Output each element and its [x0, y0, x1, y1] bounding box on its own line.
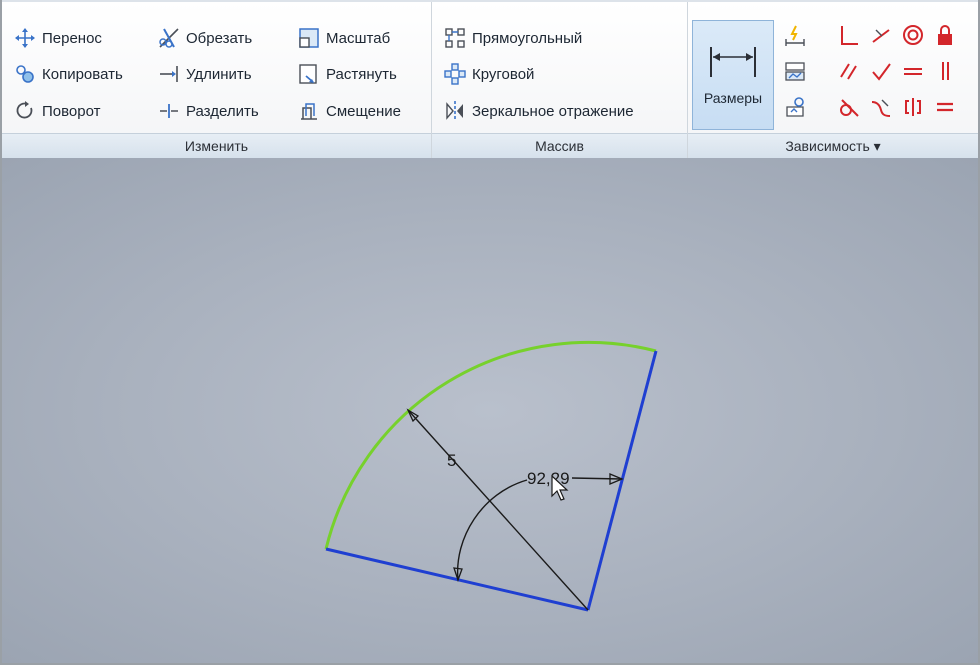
symmetric-curve-button[interactable]	[868, 94, 894, 120]
vertical-icon	[942, 62, 949, 80]
mirror-label: Зеркальное отражение	[472, 102, 634, 120]
show-constraints-icon	[785, 62, 805, 81]
angle-dimension-text[interactable]: 92,29	[527, 469, 570, 488]
sketch-geometry[interactable]: 5 92,29	[2, 158, 978, 663]
equal-constraint-button[interactable]	[932, 94, 958, 120]
copy-button[interactable]: Копировать	[14, 60, 123, 88]
trim-label: Обрезать	[186, 29, 253, 47]
copy-icon	[14, 63, 36, 85]
auto-dimension-icon	[785, 25, 805, 46]
extend-label: Удлинить	[186, 65, 252, 83]
rotate-icon	[14, 100, 36, 122]
offset-icon	[298, 100, 320, 122]
rotate-label: Поворот	[42, 102, 101, 120]
scale-icon	[298, 27, 320, 49]
show-constraints-button[interactable]	[782, 58, 808, 84]
smooth-constraint-button[interactable]	[836, 94, 862, 120]
circular-pattern-button[interactable]: Круговой	[444, 60, 534, 88]
extend-button[interactable]: Удлинить	[158, 60, 252, 88]
equal-icon	[937, 102, 953, 112]
sketch-arc[interactable]	[324, 340, 657, 550]
stretch-label: Растянуть	[326, 65, 397, 83]
trim-button[interactable]: Обрезать	[158, 24, 252, 52]
mirror-button[interactable]: Зеркальное отражение	[444, 97, 634, 125]
extend-icon	[158, 63, 180, 85]
copy-label: Копировать	[42, 65, 123, 83]
rectangular-pattern-icon	[444, 27, 466, 49]
split-label: Разделить	[186, 102, 259, 120]
coincident-constraint-button[interactable]	[836, 22, 862, 48]
constraint-settings-icon	[786, 97, 804, 117]
vertical-constraint-button[interactable]	[932, 58, 958, 84]
radius-dimension-line[interactable]	[407, 409, 589, 611]
concentric-icon	[903, 25, 923, 45]
move-icon	[14, 27, 36, 49]
dimension-icon	[707, 45, 759, 84]
radius-dimension-text[interactable]: 5	[447, 451, 456, 470]
panel-modify-title[interactable]: Изменить	[2, 133, 431, 158]
offset-button[interactable]: Смещение	[298, 97, 401, 125]
parallel-constraint-button[interactable]	[836, 58, 862, 84]
parallel-icon	[840, 63, 857, 80]
panel-modify: Перенос Копировать Поворот Обрезать Удли…	[2, 2, 432, 158]
split-icon	[158, 100, 180, 122]
mirror-icon	[444, 100, 466, 122]
panel-constrain: Размеры Зависимость ▾	[688, 2, 978, 158]
circular-pattern-icon	[444, 63, 466, 85]
rectangular-pattern-button[interactable]: Прямоугольный	[444, 24, 582, 52]
panel-pattern-title[interactable]: Массив	[432, 133, 687, 158]
move-label: Перенос	[42, 29, 102, 47]
trim-icon	[158, 27, 180, 49]
split-button[interactable]: Разделить	[158, 97, 259, 125]
auto-dimension-button[interactable]	[782, 22, 808, 48]
concentric-constraint-button[interactable]	[900, 22, 926, 48]
horizontal-icon	[904, 68, 922, 75]
offset-label: Смещение	[326, 102, 402, 120]
sketch-canvas[interactable]: 5 92,29	[2, 158, 978, 663]
symmetric-icon	[905, 98, 921, 116]
horizontal-constraint-button[interactable]	[900, 58, 926, 84]
smooth-icon	[871, 99, 891, 117]
panel-constrain-title[interactable]: Зависимость ▾	[688, 133, 978, 158]
scale-button[interactable]: Масштаб	[298, 24, 390, 52]
sketch-line-right[interactable]	[586, 350, 658, 611]
move-button[interactable]: Перенос	[14, 24, 102, 52]
rectangular-pattern-label: Прямоугольный	[472, 29, 583, 47]
perpendicular-angle-icon	[872, 63, 891, 81]
circular-pattern-label: Круговой	[472, 65, 535, 83]
angle-dimension-leader	[571, 477, 623, 480]
lock-icon	[938, 25, 952, 45]
rotate-button[interactable]: Поворот	[14, 97, 101, 125]
ribbon: Перенос Копировать Поворот Обрезать Удли…	[2, 0, 978, 158]
fix-constraint-button[interactable]	[932, 22, 958, 48]
coincident-icon	[872, 29, 890, 43]
symmetric-constraint-button[interactable]	[900, 94, 926, 120]
panel-pattern: Прямоугольный Круговой Зеркальное отраже…	[432, 2, 688, 158]
tangent-icon	[840, 99, 859, 117]
perpendicular-icon	[841, 26, 858, 45]
dimension-label: Размеры	[703, 89, 763, 106]
stretch-button[interactable]: Растянуть	[298, 60, 397, 88]
collinear-constraint-button[interactable]	[868, 22, 894, 48]
tangent-constraint-button[interactable]	[868, 58, 894, 84]
scale-label: Масштаб	[326, 29, 391, 47]
dimension-button[interactable]: Размеры	[692, 20, 774, 130]
sketch-line-left[interactable]	[325, 547, 589, 612]
constraint-settings-button[interactable]	[782, 94, 808, 120]
stretch-icon	[298, 63, 320, 85]
